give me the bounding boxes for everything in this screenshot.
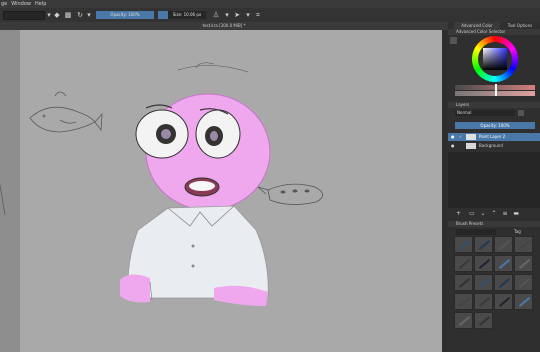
tab-tool-options[interactable]: Tool Options — [502, 22, 538, 29]
brush-presets-title: Brush Presets — [456, 221, 484, 226]
layers-list-empty — [448, 152, 540, 208]
brush-presets-header: Brush Presets — [448, 221, 540, 227]
character-drawing — [0, 62, 324, 306]
brush-stroke-icon — [478, 297, 491, 307]
brush-stroke-icon — [498, 297, 511, 307]
brush-preset[interactable] — [494, 274, 513, 291]
color-selector-title: Advanced Color Selector — [456, 29, 506, 34]
layer-thumbnail — [466, 143, 476, 149]
brush-preset[interactable] — [514, 293, 533, 310]
chevron-down-icon[interactable]: ▾ — [85, 11, 93, 19]
docker-panel: Advanced Color Selector Tool Options Adv… — [448, 22, 540, 352]
layer-row-background[interactable]: ● Background — [448, 142, 540, 150]
move-up-icon[interactable]: ⌃ — [492, 210, 497, 217]
brush-stroke-icon — [498, 259, 511, 269]
brush-stroke-icon — [498, 240, 511, 250]
brush-preset[interactable] — [454, 255, 473, 272]
chevron-down-icon[interactable]: ▾ — [45, 11, 53, 19]
add-layer-icon[interactable]: + — [456, 210, 461, 217]
brush-search-field[interactable] — [456, 229, 496, 235]
layer-actions-bar: + ▭ ⌄ ⌃ ≡ ▬ — [448, 210, 540, 218]
brush-stroke-icon — [518, 297, 531, 307]
brush-preset[interactable] — [454, 293, 473, 310]
brush-stroke-icon — [478, 316, 491, 326]
saturation-value-square[interactable] — [483, 48, 507, 70]
brush-stroke-icon — [458, 297, 471, 307]
brush-preset[interactable] — [474, 255, 493, 272]
brush-stroke-icon — [458, 316, 471, 326]
reload-preset-icon[interactable]: ↻ — [76, 11, 84, 19]
layer-thumbnail — [466, 134, 476, 140]
mirror-vertical-icon[interactable]: ➤ — [233, 11, 241, 19]
layers-header: Layers — [448, 102, 540, 108]
wrap-around-icon[interactable]: ⌗ — [254, 11, 262, 19]
size-slider[interactable]: Size: 10.06 px — [168, 11, 206, 19]
brush-preset[interactable] — [514, 274, 533, 291]
brush-preset[interactable] — [474, 274, 493, 291]
layers-title: Layers — [456, 102, 470, 107]
brush-stroke-icon — [518, 240, 531, 250]
menu-item-settings[interactable]: ge — [1, 1, 7, 7]
brush-preset[interactable] — [494, 293, 513, 310]
settings-icon[interactable] — [450, 37, 457, 44]
blending-mode-select[interactable]: Normal — [455, 110, 515, 116]
brush-stroke-icon — [498, 278, 511, 288]
menu-bar: ge Window Help — [0, 0, 540, 8]
layer-name[interactable]: Background — [479, 142, 503, 150]
brush-preset[interactable] — [454, 274, 473, 291]
color-slider-handle[interactable] — [495, 84, 497, 96]
duplicate-layer-icon[interactable]: ▭ — [469, 210, 475, 217]
menu-item-window[interactable]: Window — [11, 1, 31, 7]
layer-opacity-slider[interactable]: Opacity: 100% — [455, 122, 535, 129]
opacity-slider[interactable]: Opacity: 100% — [96, 11, 154, 19]
brush-preset[interactable] — [474, 312, 493, 329]
brush-stroke-icon — [478, 259, 491, 269]
workspace-dropdown[interactable] — [3, 11, 45, 20]
drawing-canvas[interactable] — [0, 30, 442, 352]
brush-presets-grid — [454, 236, 534, 351]
speech-bubble-sketch — [257, 183, 324, 205]
filter-icon[interactable] — [518, 110, 524, 116]
mirror-horizontal-icon[interactable]: ⏃ — [212, 11, 220, 19]
brush-preset[interactable] — [474, 293, 493, 310]
brush-stroke-icon — [458, 240, 471, 250]
size-slider-fill[interactable] — [158, 11, 168, 19]
fish-sketch — [29, 91, 103, 133]
chevron-down-icon[interactable]: ▾ — [223, 11, 231, 19]
brush-preset[interactable] — [454, 236, 473, 253]
speech-dots — [280, 189, 310, 194]
brush-stroke-icon — [478, 240, 491, 250]
alpha-lock-icon[interactable]: ▩ — [64, 11, 72, 19]
layer-name[interactable]: Paint Layer 2 — [479, 133, 505, 141]
eye-icon[interactable]: ● — [451, 133, 455, 141]
brush-tag-select[interactable]: Tag — [514, 229, 534, 235]
properties-icon[interactable]: ≡ — [502, 210, 507, 217]
brush-stroke-icon — [518, 278, 531, 288]
brush-preset[interactable] — [514, 255, 533, 272]
brush-toolbar: ▾ ◆ ▩ ↻ ▾ Opacity: 100% Size: 10.06 px ⏃… — [0, 8, 540, 23]
brush-stroke-icon — [458, 259, 471, 269]
delete-layer-icon[interactable]: ▬ — [513, 210, 519, 217]
brush-stroke-icon — [458, 278, 471, 288]
layer-row-paint-layer[interactable]: ● ✓ Paint Layer 2 — [448, 133, 540, 141]
menu-item-help[interactable]: Help — [35, 1, 46, 7]
brush-stroke-icon — [478, 278, 491, 288]
brush-preset[interactable] — [494, 236, 513, 253]
brush-preset[interactable] — [454, 312, 473, 329]
brush-preset[interactable] — [514, 236, 533, 253]
brush-preset[interactable] — [474, 236, 493, 253]
checkbox-icon[interactable]: ✓ — [459, 133, 462, 141]
eraser-icon[interactable]: ◆ — [53, 11, 61, 19]
document-tab[interactable]: test.kra [300.0 MiB] * — [0, 22, 448, 30]
chevron-down-icon[interactable]: ▾ — [244, 11, 252, 19]
color-selector-header: Advanced Color Selector — [448, 29, 540, 35]
move-down-icon[interactable]: ⌄ — [481, 210, 486, 217]
brush-stroke-icon — [518, 259, 531, 269]
tab-advanced-color-selector[interactable]: Advanced Color Selector — [454, 22, 500, 35]
brush-preset[interactable] — [494, 255, 513, 272]
eye-icon[interactable]: ● — [451, 142, 455, 150]
